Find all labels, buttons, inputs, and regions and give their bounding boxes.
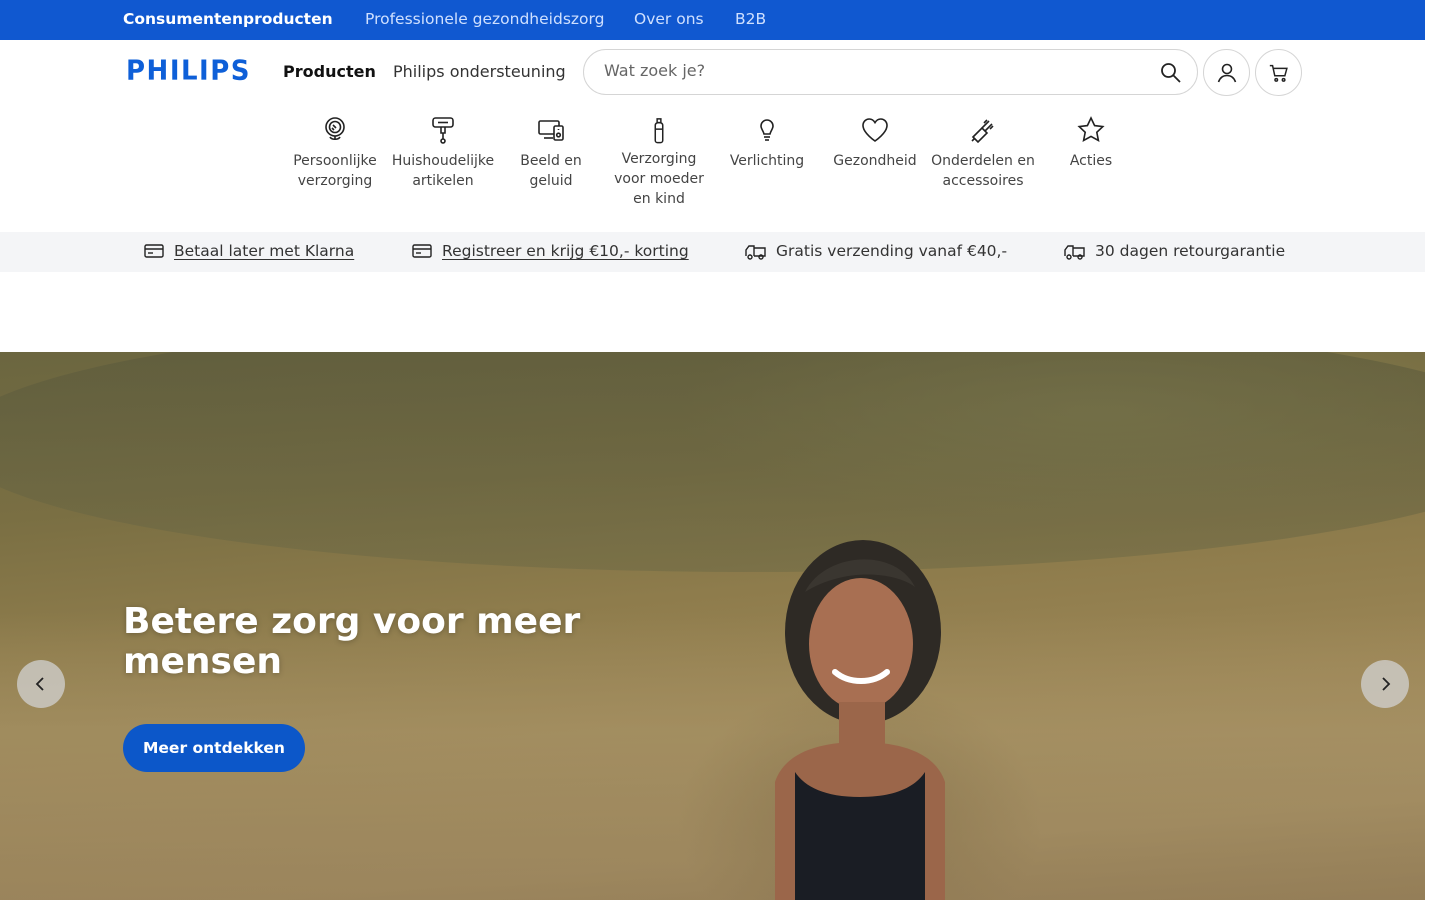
usp-text: 30 dagen retourgarantie [1095,242,1286,260]
hero-background-hill [0,352,1425,572]
lightbulb-icon [760,119,774,141]
topbar-link-professionele-gezondheidszorg[interactable]: Professionele gezondheidszorg [365,10,604,28]
search-icon[interactable] [1159,61,1183,85]
category-onderdelen-en-accessoires[interactable]: Onderdelen en accessoires [929,115,1037,191]
nav-producten[interactable]: Producten [283,62,376,81]
baby-bottle-icon [654,118,664,144]
category-label: Gezondheid [833,153,917,169]
nav-philips-ondersteuning[interactable]: Philips ondersteuning [393,62,566,81]
account-button[interactable] [1203,49,1250,96]
card-icon [144,244,164,258]
philips-logo[interactable]: PHILIPS [126,55,251,87]
cart-button[interactable] [1255,49,1302,96]
usp-text: Gratis verzending vanaf €40,- [776,242,1008,260]
heart-icon [862,118,888,142]
category-label: Beeld en geluid [520,153,582,189]
category-label: Persoonlijke verzorging [293,153,377,189]
search-input[interactable] [604,61,1124,80]
usp-retour: 30 dagen retourgarantie [1064,242,1285,260]
category-label: Acties [1069,153,1113,169]
category-label: Huishoudelijke artikelen [391,153,495,189]
chevron-left-icon [35,677,44,691]
hero-title: Betere zorg voor meer mensen [123,601,581,682]
top-bar: Consumentenproducten Professionele gezon… [0,0,1425,40]
mixer-icon [432,117,454,144]
hero-person-image [775,540,945,900]
brush-head-icon [971,119,994,144]
usp-klarna[interactable]: Betaal later met Klarna [144,242,354,260]
category-verlichting[interactable]: Verlichting [713,115,821,171]
carousel-prev-button[interactable] [17,660,65,708]
usp-registreer[interactable]: Registreer en krijg €10,- korting [412,242,689,260]
category-persoonlijke-verzorging[interactable]: Persoonlijke verzorging [281,115,389,191]
category-label: Verlichting [729,153,805,169]
truck-icon [745,244,766,260]
category-label: Onderdelen en accessoires [931,153,1035,189]
usp-verzending: Gratis verzending vanaf €40,- [745,242,1007,260]
chevron-right-icon [1382,677,1391,691]
topbar-link-consumentenproducten[interactable]: Consumentenproducten [123,10,333,28]
truck-icon [1064,244,1085,260]
main-header: PHILIPS Producten Philips ondersteuning [0,40,1425,104]
topbar-link-over-ons[interactable]: Over ons [634,10,704,28]
hero-banner: Betere zorg voor meer mensen Meer ontdek… [0,352,1425,900]
category-huishoudelijke-artikelen[interactable]: Huishoudelijke artikelen [389,115,497,191]
category-beeld-en-geluid[interactable]: Beeld en geluid [497,115,605,191]
meer-ontdekken-button[interactable]: Meer ontdekken [123,724,305,772]
search-box [583,49,1198,95]
card-icon [412,244,432,258]
category-acties[interactable]: Acties [1037,115,1145,171]
user-icon [1217,63,1236,82]
category-gezondheid[interactable]: Gezondheid [821,115,929,171]
mirror-icon [325,117,345,141]
usp-strip: Betaal later met Klarna Registreer en kr… [0,232,1425,272]
devices-icon [538,120,564,141]
usp-text: Registreer en krijg €10,- korting [442,242,689,260]
topbar-link-b2b[interactable]: B2B [735,10,766,28]
category-verzorging-voor-moeder-en-kind[interactable]: Verzorging voor moeder en kind [605,117,713,209]
cart-icon [1269,64,1288,82]
usp-text: Betaal later met Klarna [174,242,355,260]
category-label: Verzorging voor moeder en kind [614,151,704,207]
carousel-next-button[interactable] [1361,660,1409,708]
star-icon [1077,116,1105,143]
